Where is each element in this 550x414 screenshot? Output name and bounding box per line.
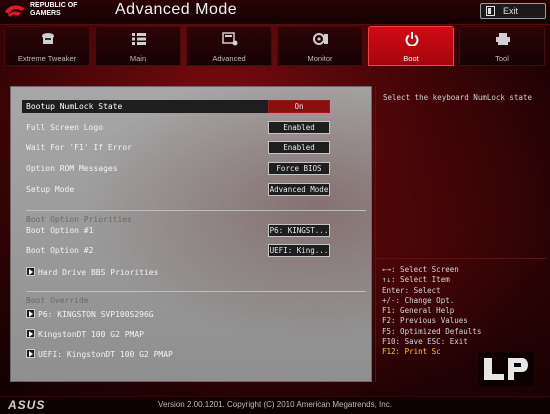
tab-tool[interactable]: Tool — [459, 26, 545, 66]
boot-override-item[interactable]: P6: KINGSTON SVP100S296G — [26, 308, 154, 319]
tab-boot[interactable]: Boot — [368, 26, 454, 66]
tab-bar: Extreme Tweaker Main Advanced Monitor Bo… — [4, 26, 546, 66]
help-divider-horizontal — [376, 258, 546, 259]
tab-advanced[interactable]: Advanced — [186, 26, 272, 66]
boot-option-2-value[interactable]: UEFI: King... — [268, 244, 330, 257]
setting-label-full-screen-logo: Full Screen Logo — [26, 123, 104, 132]
boot-override-label: UEFI: KingstonDT 100 G2 PMAP — [38, 350, 173, 359]
brand-line2: GAMERS — [30, 10, 61, 17]
boot-option-1-value[interactable]: P6: KINGST... — [268, 224, 330, 237]
submenu-label: Hard Drive BBS Priorities — [38, 268, 159, 277]
printer-icon — [496, 33, 510, 45]
key-hint: Enter: Select — [382, 285, 441, 295]
monitor-icon — [313, 33, 328, 45]
submenu-arrow-icon — [26, 267, 35, 276]
section-divider — [26, 291, 366, 292]
setting-label-option-rom: Option ROM Messages — [26, 164, 118, 173]
key-hint-print-screen: F12: Print Sc — [382, 347, 441, 357]
setting-label-setup-mode: Setup Mode — [26, 185, 75, 194]
option-rom-value[interactable]: Force BIOS — [268, 162, 330, 175]
boot-priorities-heading: Boot Option Priorities — [26, 215, 132, 224]
brand-text: REPUBLIC OF GAMERS — [30, 2, 77, 18]
setting-label-numlock: Bootup NumLock State — [26, 102, 123, 111]
key-legend: ←→: Select Screen ↑↓: Select Item Enter:… — [382, 265, 481, 358]
help-description: Select the keyboard NumLock state — [383, 93, 533, 102]
setup-mode-value[interactable]: Advanced Mode — [268, 183, 330, 196]
exit-door-icon — [486, 6, 495, 16]
boot-option-2-label: Boot Option #2 — [26, 246, 94, 255]
rog-logo-icon — [5, 5, 25, 17]
tab-label: Monitor — [307, 54, 333, 63]
key-hint: ↑↓: Select Item — [382, 275, 450, 285]
hard-drive-bbs-submenu[interactable]: Hard Drive BBS Priorities — [26, 266, 158, 277]
boot-option-1-label: Boot Option #1 — [26, 226, 94, 235]
tab-label: Main — [129, 54, 147, 63]
key-hint: F5: Optimized Defaults — [382, 326, 482, 336]
wait-f1-value[interactable]: Enabled — [268, 141, 330, 154]
version-text: Version 2.00.1201. Copyright (C) 2010 Am… — [158, 400, 392, 409]
submenu-arrow-icon — [26, 329, 35, 338]
list-icon — [132, 33, 146, 45]
boot-override-item[interactable]: UEFI: KingstonDT 100 G2 PMAP — [26, 348, 173, 359]
settings-panel: Bootup NumLock State On Full Screen Logo… — [10, 86, 372, 382]
watermark-logo-icon — [478, 352, 534, 386]
key-hint: F10: Save ESC: Exit — [382, 337, 468, 347]
section-divider — [26, 210, 366, 211]
setting-label-wait-f1: Wait For 'F1' If Error — [26, 143, 132, 152]
key-hint: F2: Previous Values — [382, 316, 468, 326]
exit-button[interactable]: Exit — [480, 3, 546, 19]
help-divider-vertical — [375, 86, 376, 382]
advanced-icon — [222, 32, 238, 46]
tab-main[interactable]: Main — [95, 26, 181, 66]
boot-override-label: KingstonDT 100 G2 PMAP — [38, 330, 144, 339]
tab-label: Boot — [403, 54, 419, 63]
page-title: Advanced Mode — [115, 1, 238, 18]
key-hint: +/-: Change Opt. — [382, 295, 455, 305]
tab-monitor[interactable]: Monitor — [277, 26, 363, 66]
brand-line1: REPUBLIC OF — [30, 2, 78, 9]
key-hint: ←→: Select Screen — [382, 265, 459, 274]
tab-label: Extreme Tweaker — [17, 54, 77, 63]
full-screen-logo-value[interactable]: Enabled — [268, 121, 330, 134]
boot-override-item[interactable]: KingstonDT 100 G2 PMAP — [26, 328, 144, 339]
boot-override-heading: Boot Override — [26, 296, 89, 305]
tab-label: Tool — [495, 54, 509, 63]
header-bar: REPUBLIC OF GAMERS Advanced Mode Exit — [0, 0, 550, 25]
boot-override-label: P6: KINGSTON SVP100S296G — [38, 310, 154, 319]
submenu-arrow-icon — [26, 349, 35, 358]
tab-extreme-tweaker[interactable]: Extreme Tweaker — [4, 26, 90, 66]
key-hint: F1: General Help — [382, 306, 455, 316]
numlock-value[interactable]: On — [268, 100, 330, 113]
submenu-arrow-icon — [26, 309, 35, 318]
tab-label: Advanced — [212, 54, 246, 63]
power-icon — [405, 32, 419, 46]
tweaker-icon — [42, 33, 54, 44]
exit-label: Exit — [503, 6, 519, 16]
